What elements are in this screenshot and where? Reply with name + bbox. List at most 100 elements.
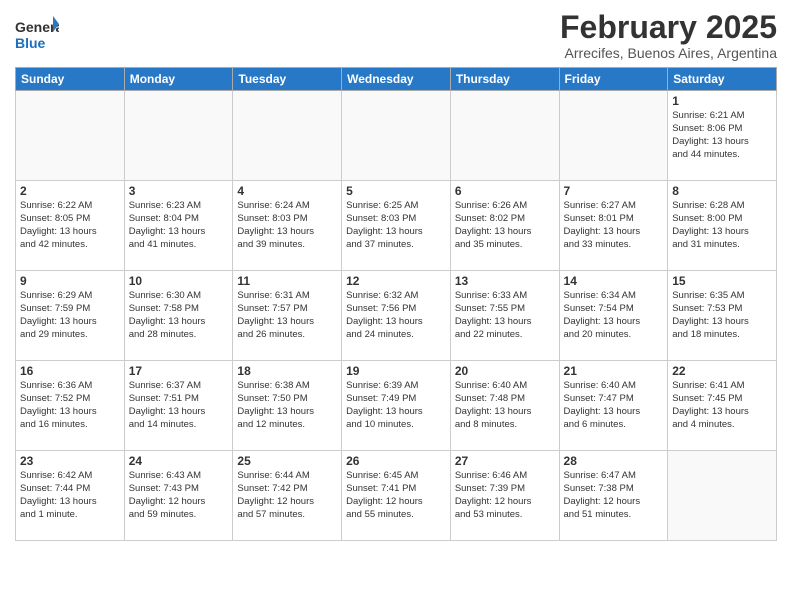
day-number: 21 (564, 364, 664, 378)
day-cell: 9 Sunrise: 6:29 AMSunset: 7:59 PMDaylight… (16, 271, 125, 361)
day-cell (450, 91, 559, 181)
day-cell: 1 Sunrise: 6:21 AMSunset: 8:06 PMDaylight… (668, 91, 777, 181)
day-number: 11 (237, 274, 337, 288)
day-info: Sunrise: 6:39 AMSunset: 7:49 PMDaylight:… (346, 380, 446, 431)
day-cell (124, 91, 233, 181)
day-cell (16, 91, 125, 181)
day-cell: 27 Sunrise: 6:46 AMSunset: 7:39 PMDayligh… (450, 451, 559, 541)
day-info: Sunrise: 6:24 AMSunset: 8:03 PMDaylight:… (237, 200, 337, 251)
day-cell: 15Sunrise: 6:35 AMSunset: 7:53 PMDayligh… (668, 271, 777, 361)
day-cell: 24 Sunrise: 6:43 AMSunset: 7:43 PMDayligh… (124, 451, 233, 541)
day-number: 5 (346, 184, 446, 198)
day-info: Sunrise: 6:32 AMSunset: 7:56 PMDaylight:… (346, 290, 446, 341)
day-number: 24 (129, 454, 229, 468)
col-header-saturday: Saturday (668, 68, 777, 91)
svg-text:General: General (15, 19, 59, 35)
day-cell: 13 Sunrise: 6:33 AMSunset: 7:55 PMDayligh… (450, 271, 559, 361)
day-info: Sunrise: 6:43 AMSunset: 7:43 PMDaylight:… (129, 470, 229, 521)
day-cell (668, 451, 777, 541)
day-info: Sunrise: 6:47 AMSunset: 7:38 PMDaylight:… (564, 470, 664, 521)
day-info: Sunrise: 6:40 AMSunset: 7:47 PMDaylight:… (564, 380, 664, 431)
day-cell (342, 91, 451, 181)
day-number: 27 (455, 454, 555, 468)
day-info: Sunrise: 6:29 AMSunset: 7:59 PMDaylight:… (20, 290, 120, 341)
day-number: 15 (672, 274, 772, 288)
day-number: 28 (564, 454, 664, 468)
day-info: Sunrise: 6:36 AMSunset: 7:52 PMDaylight:… (20, 380, 120, 431)
day-info: Sunrise: 6:46 AMSunset: 7:39 PMDaylight:… (455, 470, 555, 521)
day-info: Sunrise: 6:41 AMSunset: 7:45 PMDaylight:… (672, 380, 772, 431)
day-cell: 10 Sunrise: 6:30 AMSunset: 7:58 PMDayligh… (124, 271, 233, 361)
day-cell: 28 Sunrise: 6:47 AMSunset: 7:38 PMDayligh… (559, 451, 668, 541)
day-number: 18 (237, 364, 337, 378)
week-row-0: 1 Sunrise: 6:21 AMSunset: 8:06 PMDaylight… (16, 91, 777, 181)
header: General Blue February 2025 Arrecifes, Bu… (15, 10, 777, 61)
day-cell: 21 Sunrise: 6:40 AMSunset: 7:47 PMDayligh… (559, 361, 668, 451)
day-info: Sunrise: 6:21 AMSunset: 8:06 PMDaylight:… (672, 110, 772, 161)
logo-icon: General Blue (15, 14, 59, 52)
day-number: 3 (129, 184, 229, 198)
day-number: 25 (237, 454, 337, 468)
day-cell: 6 Sunrise: 6:26 AMSunset: 8:02 PMDaylight… (450, 181, 559, 271)
col-header-friday: Friday (559, 68, 668, 91)
day-cell: 7 Sunrise: 6:27 AMSunset: 8:01 PMDaylight… (559, 181, 668, 271)
calendar-table: SundayMondayTuesdayWednesdayThursdayFrid… (15, 67, 777, 541)
day-cell: 8Sunrise: 6:28 AMSunset: 8:00 PMDaylight… (668, 181, 777, 271)
week-row-1: 2Sunrise: 6:22 AMSunset: 8:05 PMDaylight… (16, 181, 777, 271)
col-header-wednesday: Wednesday (342, 68, 451, 91)
day-cell: 11 Sunrise: 6:31 AMSunset: 7:57 PMDayligh… (233, 271, 342, 361)
day-number: 7 (564, 184, 664, 198)
day-number: 4 (237, 184, 337, 198)
day-info: Sunrise: 6:31 AMSunset: 7:57 PMDaylight:… (237, 290, 337, 341)
day-number: 8 (672, 184, 772, 198)
day-cell: 17 Sunrise: 6:37 AMSunset: 7:51 PMDayligh… (124, 361, 233, 451)
week-row-2: 9 Sunrise: 6:29 AMSunset: 7:59 PMDaylight… (16, 271, 777, 361)
day-info: Sunrise: 6:26 AMSunset: 8:02 PMDaylight:… (455, 200, 555, 251)
day-number: 13 (455, 274, 555, 288)
col-header-sunday: Sunday (16, 68, 125, 91)
day-cell: 14 Sunrise: 6:34 AMSunset: 7:54 PMDayligh… (559, 271, 668, 361)
day-cell: 12Sunrise: 6:32 AMSunset: 7:56 PMDayligh… (342, 271, 451, 361)
day-cell: 19 Sunrise: 6:39 AMSunset: 7:49 PMDayligh… (342, 361, 451, 451)
day-number: 9 (20, 274, 120, 288)
day-cell: 23 Sunrise: 6:42 AMSunset: 7:44 PMDayligh… (16, 451, 125, 541)
day-number: 20 (455, 364, 555, 378)
day-cell: 5Sunrise: 6:25 AMSunset: 8:03 PMDaylight… (342, 181, 451, 271)
day-number: 19 (346, 364, 446, 378)
day-number: 10 (129, 274, 229, 288)
day-info: Sunrise: 6:34 AMSunset: 7:54 PMDaylight:… (564, 290, 664, 341)
day-cell: 26Sunrise: 6:45 AMSunset: 7:41 PMDayligh… (342, 451, 451, 541)
week-row-3: 16 Sunrise: 6:36 AMSunset: 7:52 PMDayligh… (16, 361, 777, 451)
day-number: 6 (455, 184, 555, 198)
day-cell (233, 91, 342, 181)
day-info: Sunrise: 6:22 AMSunset: 8:05 PMDaylight:… (20, 200, 120, 251)
day-info: Sunrise: 6:37 AMSunset: 7:51 PMDaylight:… (129, 380, 229, 431)
day-number: 16 (20, 364, 120, 378)
day-number: 14 (564, 274, 664, 288)
col-header-monday: Monday (124, 68, 233, 91)
week-row-4: 23 Sunrise: 6:42 AMSunset: 7:44 PMDayligh… (16, 451, 777, 541)
day-number: 1 (672, 94, 772, 108)
day-cell: 18Sunrise: 6:38 AMSunset: 7:50 PMDayligh… (233, 361, 342, 451)
day-number: 26 (346, 454, 446, 468)
day-cell: 25 Sunrise: 6:44 AMSunset: 7:42 PMDayligh… (233, 451, 342, 541)
day-cell (559, 91, 668, 181)
col-header-thursday: Thursday (450, 68, 559, 91)
day-info: Sunrise: 6:30 AMSunset: 7:58 PMDaylight:… (129, 290, 229, 341)
day-info: Sunrise: 6:23 AMSunset: 8:04 PMDaylight:… (129, 200, 229, 251)
day-info: Sunrise: 6:40 AMSunset: 7:48 PMDaylight:… (455, 380, 555, 431)
svg-text:Blue: Blue (15, 35, 46, 51)
day-cell: 3 Sunrise: 6:23 AMSunset: 8:04 PMDaylight… (124, 181, 233, 271)
logo: General Blue (15, 10, 59, 52)
day-cell: 4 Sunrise: 6:24 AMSunset: 8:03 PMDaylight… (233, 181, 342, 271)
day-info: Sunrise: 6:44 AMSunset: 7:42 PMDaylight:… (237, 470, 337, 521)
day-number: 23 (20, 454, 120, 468)
day-cell: 22Sunrise: 6:41 AMSunset: 7:45 PMDayligh… (668, 361, 777, 451)
day-info: Sunrise: 6:33 AMSunset: 7:55 PMDaylight:… (455, 290, 555, 341)
day-cell: 20 Sunrise: 6:40 AMSunset: 7:48 PMDayligh… (450, 361, 559, 451)
day-info: Sunrise: 6:42 AMSunset: 7:44 PMDaylight:… (20, 470, 120, 521)
day-number: 17 (129, 364, 229, 378)
day-cell: 16 Sunrise: 6:36 AMSunset: 7:52 PMDayligh… (16, 361, 125, 451)
location: Arrecifes, Buenos Aires, Argentina (560, 45, 777, 61)
day-info: Sunrise: 6:27 AMSunset: 8:01 PMDaylight:… (564, 200, 664, 251)
